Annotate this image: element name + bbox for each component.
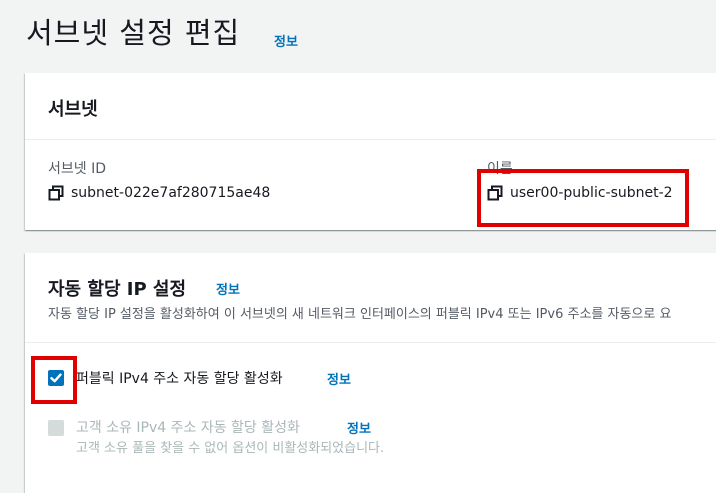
auto-assign-ip-title: 자동 할당 IP 설정 — [48, 279, 187, 300]
auto-assign-ip-header: 자동 할당 IP 설정 정보 자동 할당 IP 설정을 활성화하여 이 서브넷의… — [25, 253, 716, 343]
public-ipv4-info-link[interactable]: 정보 — [327, 369, 351, 388]
copy-icon[interactable] — [48, 185, 64, 201]
customer-ipv4-note: 고객 소유 풀을 찾을 수 없어 옵션이 비활성화되었습니다. — [76, 441, 385, 456]
auto-assign-ip-description: 자동 할당 IP 설정을 활성화하여 이 서브넷의 새 네트워크 인터페이스의 … — [48, 307, 672, 322]
customer-ipv4-label: 고객 소유 IPv4 주소 자동 할당 활성화 — [76, 420, 300, 436]
page-title: 서브넷 설정 편집 — [26, 16, 241, 50]
subnet-panel-title: 서브넷 — [48, 99, 98, 120]
customer-ipv4-checkbox[interactable] — [48, 420, 64, 436]
page-info-link[interactable]: 정보 — [274, 31, 298, 50]
customer-ipv4-info-link[interactable]: 정보 — [347, 418, 371, 437]
subnet-id-text: subnet-022e7af280715ae48 — [71, 185, 271, 201]
name-highlight-box — [477, 169, 689, 227]
subnet-id-label: 서브넷 ID — [48, 161, 106, 177]
checkbox-highlight-box — [31, 356, 77, 404]
auto-assign-ip-info-link[interactable]: 정보 — [216, 279, 240, 298]
subnet-id-value: subnet-022e7af280715ae48 — [48, 185, 270, 201]
auto-assign-ip-panel: 자동 할당 IP 설정 정보 자동 할당 IP 설정을 활성화하여 이 서브넷의… — [25, 253, 716, 493]
public-ipv4-label[interactable]: 퍼블릭 IPv4 주소 자동 할당 활성화 — [76, 368, 283, 388]
subnet-panel-header: 서브넷 — [25, 73, 716, 140]
